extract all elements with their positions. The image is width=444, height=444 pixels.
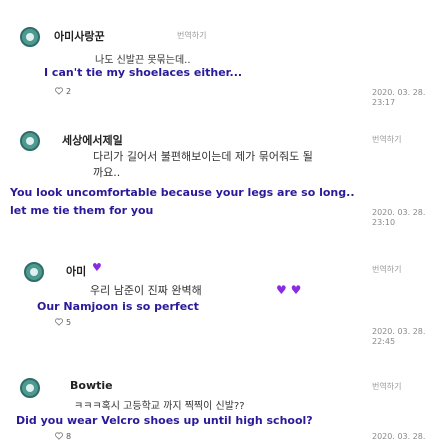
translate-link[interactable]: 번역하기 [372, 381, 401, 392]
heart-icon[interactable] [55, 432, 63, 440]
comment-item: Bowtie 번역하기 ㅋㅋㅋ혹시 고등학교 까지 찍찍이 신발?? Did y… [0, 0, 444, 444]
avatar[interactable] [20, 378, 40, 398]
like-count: 8 [66, 432, 72, 441]
timestamp-date: 2020. 03. 28. [372, 432, 426, 441]
comment-korean: ㅋㅋㅋ혹시 고등학교 까지 찍찍이 신발?? [74, 401, 245, 412]
username[interactable]: Bowtie [70, 379, 113, 392]
comment-english: Did you wear Velcro shoes up until high … [16, 414, 313, 427]
